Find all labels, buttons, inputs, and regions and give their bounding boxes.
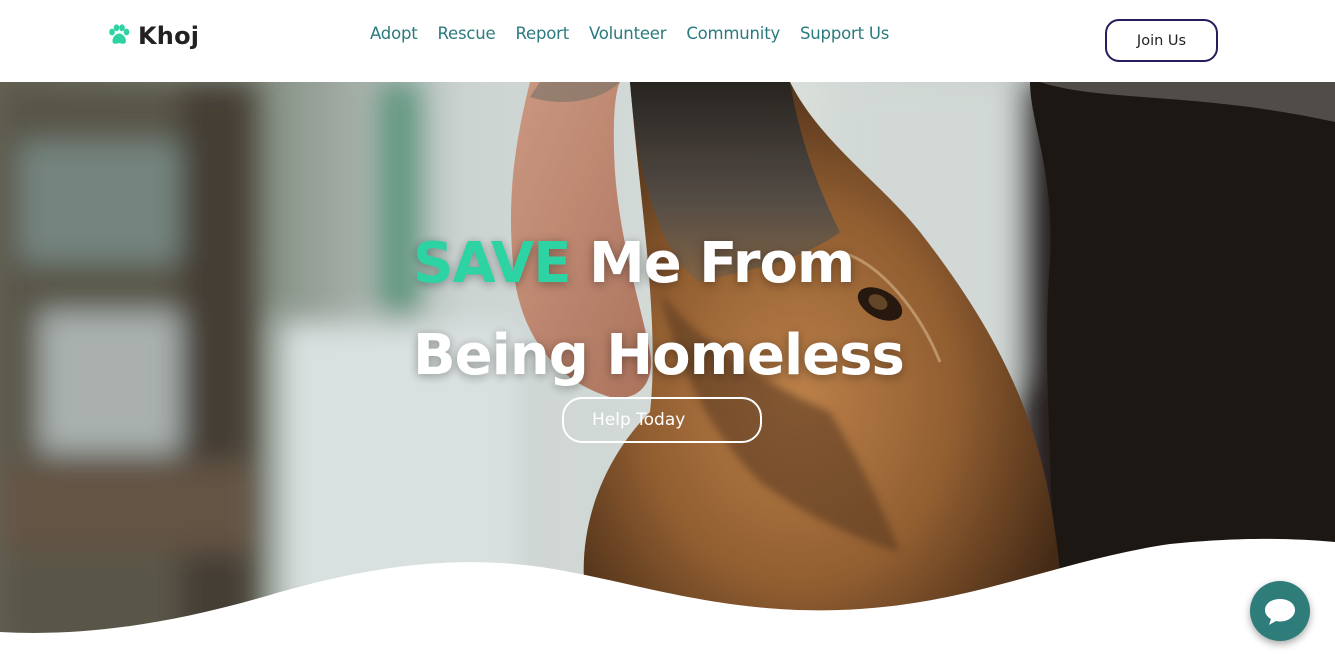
nav-rescue[interactable]: Rescue xyxy=(438,24,496,43)
nav-report[interactable]: Report xyxy=(515,24,569,43)
navbar: Khoj Adopt Rescue Report Volunteer Commu… xyxy=(0,0,1335,82)
chat-bubble-icon xyxy=(1265,599,1295,625)
nav-community[interactable]: Community xyxy=(686,24,780,43)
nav-volunteer[interactable]: Volunteer xyxy=(589,24,667,43)
headline-line1: Me From xyxy=(570,231,855,296)
brand-logo[interactable]: Khoj xyxy=(106,20,199,52)
help-today-button[interactable]: Help Today xyxy=(562,397,762,443)
chat-button[interactable] xyxy=(1250,581,1310,641)
main-nav: Adopt Rescue Report Volunteer Community … xyxy=(370,24,889,43)
hero-headline: SAVE Me From Being Homeless xyxy=(413,218,973,402)
hero-section: SAVE Me From Being Homeless Help Today xyxy=(0,82,1335,654)
paw-icon xyxy=(109,24,130,44)
brand-name: Khoj xyxy=(138,22,200,50)
headline-accent: SAVE xyxy=(413,231,571,296)
headline-line2: Being Homeless xyxy=(413,323,905,388)
nav-support-us[interactable]: Support Us xyxy=(800,24,889,43)
nav-adopt[interactable]: Adopt xyxy=(370,24,418,43)
join-us-button[interactable]: Join Us xyxy=(1105,19,1218,62)
